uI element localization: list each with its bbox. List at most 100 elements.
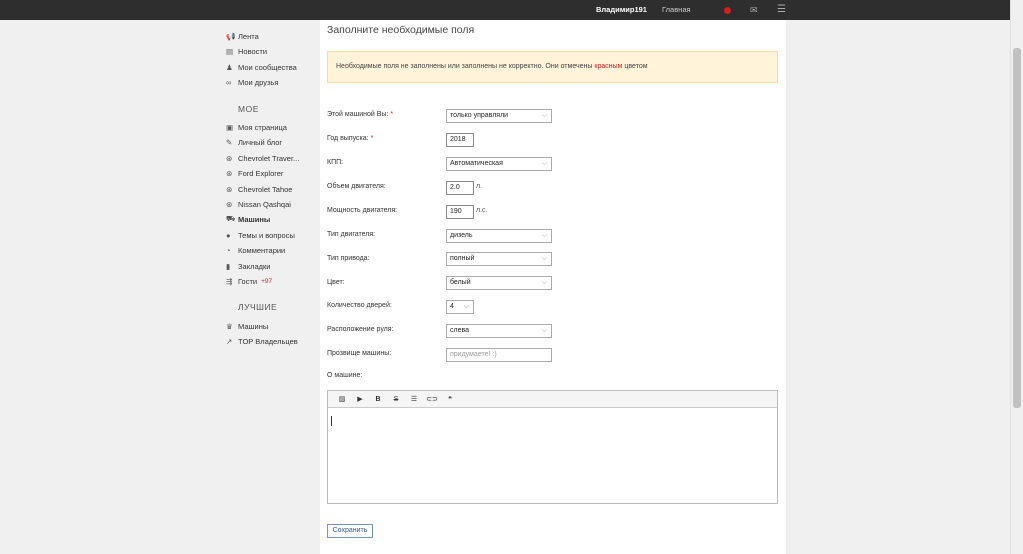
trophy-icon: ♛ — [226, 321, 233, 331]
sidebar-item-label: Мои друзья — [238, 77, 279, 87]
save-button[interactable]: Сохранить — [327, 524, 373, 538]
ownership-value: только управляли — [450, 112, 509, 119]
color-select[interactable]: белый ⌵ — [446, 276, 552, 290]
guests-count-badge: +97 — [261, 277, 273, 285]
sidebar-item-blog[interactable]: ✎ Личный блог — [226, 136, 282, 148]
about-label: О машине: — [327, 372, 363, 379]
main-content: Заполните необходимые поля Необходимые п… — [320, 20, 786, 554]
list-icon[interactable]: ☰ — [405, 395, 423, 403]
chevron-down-icon: ⌵ — [463, 303, 469, 310]
engine-volume-input[interactable]: 2.0 — [446, 181, 474, 195]
sidebar-item-label: Nissan Qashqai — [238, 199, 291, 209]
sidebar-item-label: Chevrolet Traver... — [238, 153, 300, 163]
drive-value: полный — [450, 255, 475, 262]
scrollbar-thumb[interactable] — [1013, 48, 1021, 408]
engine-volume-unit: л. — [476, 183, 483, 190]
sidebar-item-bookmarks[interactable]: ▮ Закладки — [226, 260, 270, 272]
sidebar-item-label: Мои сообщества — [238, 62, 297, 72]
wheel-value: слева — [450, 327, 470, 334]
sidebar-item-label: Гости — [238, 276, 258, 286]
chevron-down-icon: ⌵ — [541, 255, 547, 262]
sidebar-item-top-owners[interactable]: ↗ TOP Владельцев — [226, 335, 298, 347]
editor-text-area[interactable] — [328, 408, 777, 503]
alert-red-word: красным — [594, 63, 623, 70]
page-scrollbar[interactable] — [1010, 0, 1023, 554]
sidebar-item-label: Машины — [238, 214, 271, 224]
power-input[interactable]: 190 — [446, 205, 474, 219]
sidebar-item-friends[interactable]: ∞ Мои друзья — [226, 76, 278, 88]
sidebar-item-label: Новости — [238, 46, 268, 56]
doors-select[interactable]: 4 ⌵ — [446, 300, 474, 314]
sidebar-item-label: Закладки — [238, 261, 271, 271]
ownership-select[interactable]: только управляли ⌵ — [446, 109, 552, 123]
quote-icon[interactable]: ❝ — [441, 395, 459, 403]
gearbox-select[interactable]: Автоматическая ⌵ — [446, 157, 552, 171]
validation-alert: Необходимые поля не заполнены или заполн… — [327, 51, 778, 83]
color-label: Цвет: — [327, 279, 345, 286]
pen-icon: ✎ — [226, 137, 233, 147]
mail-icon[interactable]: ✉ — [750, 6, 758, 15]
home-link[interactable]: Главная — [662, 5, 691, 14]
link-icon[interactable]: ⊂⊃ — [423, 395, 441, 403]
drive-select[interactable]: полный ⌵ — [446, 252, 552, 266]
sidebar-item-label: Машины — [238, 321, 269, 331]
strike-icon[interactable]: S — [387, 396, 405, 403]
required-marker: * — [370, 135, 374, 142]
power-unit: л.с. — [476, 207, 488, 214]
sidebar-item-topics[interactable]: ● Темы и вопросы — [226, 229, 295, 241]
chevron-down-icon: ⌵ — [541, 112, 547, 119]
about-editor: ▨ ▶ B S ☰ ⊂⊃ ❝ — [327, 390, 778, 504]
sidebar-item-communities[interactable]: ♟ Мои сообщества — [226, 61, 297, 73]
gearbox-value: Автоматическая — [450, 160, 503, 167]
alert-text: Необходимые поля не заполнены или заполн… — [336, 63, 593, 70]
year-label-text: Год выпуска: — [327, 135, 369, 142]
power-label: Мощность двигателя: — [327, 207, 398, 214]
year-input[interactable]: 2018 — [446, 133, 474, 147]
nickname-label: Прозвище машины: — [327, 350, 392, 357]
sidebar-item-news[interactable]: ▤ Новости — [226, 45, 267, 57]
newspaper-icon: ▤ — [226, 46, 234, 56]
sidebar-item-cars[interactable]: ⛟ Машины — [226, 213, 270, 225]
wheel-select[interactable]: слева ⌵ — [446, 324, 552, 338]
sidebar-item-car-tahoe[interactable]: ⊛ Chevrolet Tahoe — [226, 183, 292, 195]
sidebar-item-my-page[interactable]: ▣ Моя страница — [226, 121, 287, 133]
notification-dot-icon[interactable] — [724, 7, 731, 14]
comment-icon: ◔ — [226, 245, 231, 255]
video-icon[interactable]: ▶ — [351, 395, 369, 403]
gearbox-label: КПП: — [327, 159, 344, 166]
friends-icon: ∞ — [226, 77, 232, 87]
doors-value: 4 — [450, 303, 454, 310]
sidebar-item-label: TOP Владельцев — [238, 336, 298, 346]
bold-icon[interactable]: B — [369, 396, 387, 403]
sidebar-item-feed[interactable]: 📢 Лента — [226, 30, 259, 42]
sidebar-item-label: Темы и вопросы — [238, 230, 295, 240]
image-icon[interactable]: ▨ — [333, 395, 351, 403]
sidebar-item-car-explorer[interactable]: ⊛ Ford Explorer — [226, 167, 283, 179]
steering-wheel-icon: ⊛ — [226, 184, 233, 194]
sidebar-item-guests[interactable]: ⇶ Гости +97 — [226, 275, 272, 287]
sidebar-item-label: Ford Explorer — [238, 168, 284, 178]
engine-volume-label: Объем двигателя: — [327, 183, 386, 190]
engine-type-select[interactable]: дизель ⌵ — [446, 229, 552, 243]
sidebar-item-best-cars[interactable]: ♛ Машины — [226, 320, 268, 332]
required-marker: * — [390, 111, 394, 118]
wheel-label: Расположение руля: — [327, 326, 394, 333]
text-caret — [331, 416, 332, 426]
menu-icon[interactable]: ☰ — [777, 5, 786, 15]
chevron-down-icon: ⌵ — [541, 279, 547, 286]
editor-toolbar: ▨ ▶ B S ☰ ⊂⊃ ❝ — [328, 391, 777, 408]
page-title: Заполните необходимые поля — [327, 24, 475, 36]
chevron-down-icon: ⌵ — [541, 232, 547, 239]
sidebar-item-comments[interactable]: ◔ Комментарии — [226, 244, 285, 256]
sidebar-item-car-qashqai[interactable]: ⊛ Nissan Qashqai — [226, 198, 291, 210]
section-heading-mine: МОЕ — [238, 104, 259, 114]
chevron-down-icon: ⌵ — [541, 160, 547, 167]
color-value: белый — [450, 279, 471, 286]
engine-type-value: дизель — [450, 232, 473, 239]
sidebar-item-car-traverse[interactable]: ⊛ Chevrolet Traver... — [226, 152, 299, 164]
sidebar-item-label: Chevrolet Tahoe — [238, 184, 293, 194]
car-icon: ⛟ — [226, 214, 236, 223]
username-link[interactable]: Владимир191 — [596, 5, 647, 14]
steering-wheel-icon: ⊛ — [226, 199, 233, 209]
nickname-input[interactable]: придумаете! :) — [446, 348, 552, 362]
